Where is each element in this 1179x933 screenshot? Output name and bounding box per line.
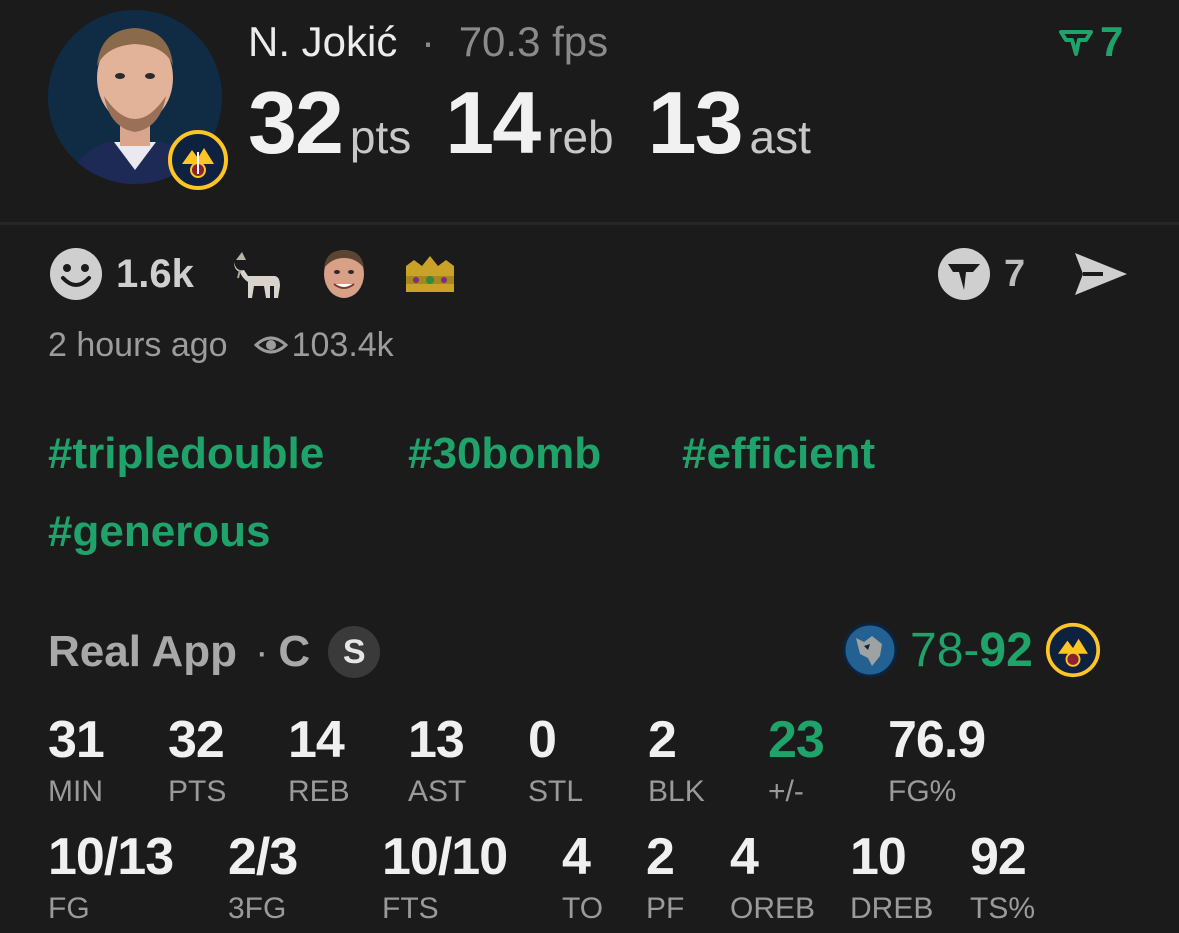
send-icon[interactable] xyxy=(1073,251,1129,297)
stat-min: 31 MIN xyxy=(48,711,105,810)
headline-points-unit: pts xyxy=(349,111,412,163)
header-divider xyxy=(0,222,1179,225)
hashtag-tripledouble[interactable]: #tripledouble xyxy=(48,426,324,482)
nuggets-logo-icon xyxy=(168,130,228,190)
stat-label: 3FG xyxy=(228,892,287,925)
hashtag-efficient[interactable]: #efficient xyxy=(682,426,875,482)
separator-dot: · xyxy=(255,629,269,674)
view-count: 103.4k xyxy=(253,322,394,368)
hashtag-30bomb[interactable]: #30bomb xyxy=(408,426,601,482)
stat-value: 2/3 xyxy=(228,828,298,886)
fantasy-points: 70.3 fps xyxy=(458,18,609,65)
stat-value: 32 xyxy=(168,711,225,769)
player-face-emoji-icon[interactable] xyxy=(316,246,372,302)
stat-label: PF xyxy=(646,892,685,925)
share-area: 7 xyxy=(936,245,1129,303)
vote-check-icon xyxy=(1059,30,1093,56)
stat-value: 0 xyxy=(528,711,557,769)
away-score: 78 xyxy=(910,623,964,677)
stat-value: 92 xyxy=(970,828,1027,886)
player-header: N. Jokić · 70.3 fps xyxy=(248,16,608,68)
starter-badge: S xyxy=(328,626,381,678)
stat-stl: 0 STL xyxy=(528,712,583,810)
reaction-bar: 1.6k xyxy=(48,245,488,303)
stat-fts: 10/10 FTS xyxy=(382,828,508,927)
player-position: C xyxy=(278,627,311,676)
hashtag-generous[interactable]: #generous xyxy=(48,504,271,560)
crown-emoji-icon[interactable] xyxy=(402,246,458,302)
vote-count: 7 xyxy=(1100,18,1124,65)
stat-value: 10/10 xyxy=(382,828,508,886)
stat-value: 10 xyxy=(850,828,907,886)
source-row: Real App · C S xyxy=(48,626,381,678)
score-dash: - xyxy=(963,623,980,677)
stat-value: 2 xyxy=(646,828,675,886)
stat-value: 23 xyxy=(768,711,825,769)
score-text: 78-92 xyxy=(910,623,1033,678)
stat-value: 4 xyxy=(562,828,591,886)
player-name[interactable]: N. Jokić xyxy=(248,18,397,65)
stat-dreb: 10 DREB xyxy=(850,829,933,927)
stat-pf: 2 PF xyxy=(646,829,684,927)
headline-rebounds-value: 14 xyxy=(445,73,541,172)
stat-label: FG% xyxy=(888,775,957,808)
stat-label: PTS xyxy=(168,775,227,808)
separator-dot: · xyxy=(421,18,436,65)
stat-3fg: 2/3 3FG xyxy=(228,828,298,927)
headline-rebounds-unit: reb xyxy=(547,111,614,163)
stat-label: FG xyxy=(48,892,90,925)
reaction-count[interactable]: 1.6k xyxy=(116,252,194,297)
stat-label: AST xyxy=(408,775,467,808)
stat-value: 14 xyxy=(288,711,345,769)
stat-label: FTS xyxy=(382,892,439,925)
stat-ast: 13 AST xyxy=(408,712,466,810)
stat-pts: 32 PTS xyxy=(168,712,226,810)
nuggets-logo-icon xyxy=(1045,622,1100,678)
stat-label: MIN xyxy=(48,775,103,808)
stat-label: STL xyxy=(528,775,584,808)
stat-value: 2 xyxy=(648,711,677,769)
vote-shield-icon[interactable] xyxy=(936,246,992,302)
post-meta: 2 hours ago 103.4k xyxy=(48,322,394,368)
stat-label: TS% xyxy=(970,892,1036,925)
headline-assists-unit: ast xyxy=(749,111,811,163)
headline-stats: 32 pts 14 reb 13 ast xyxy=(248,78,845,194)
headline-points-value: 32 xyxy=(248,73,344,172)
stat-oreb: 4 OREB xyxy=(730,829,815,927)
stat-value: 31 xyxy=(48,711,105,769)
goat-emoji-icon[interactable] xyxy=(230,246,286,302)
stat-value: 10/13 xyxy=(48,828,174,886)
vote-button[interactable]: 7 xyxy=(1058,18,1123,66)
stat-to: 4 TO xyxy=(562,829,603,927)
stat-value: 13 xyxy=(408,711,465,769)
stat-blk: 2 BLK xyxy=(648,712,705,810)
vote-count-secondary: 7 xyxy=(1004,252,1026,295)
stat-fg-pct: 76.9 FG% xyxy=(888,711,986,810)
stat-label: OREB xyxy=(730,892,816,925)
stat-fg: 10/13 FG xyxy=(48,828,174,927)
stat-plus-minus: 23 +/- xyxy=(768,711,825,810)
stat-label: BLK xyxy=(648,775,705,808)
stat-reb: 14 REB xyxy=(288,712,350,810)
eye-icon xyxy=(253,336,288,354)
source-name[interactable]: Real App xyxy=(48,627,237,677)
stat-ts-pct: 92 TS% xyxy=(970,829,1035,927)
stat-value: 76.9 xyxy=(888,711,986,769)
game-score[interactable]: 78-92 xyxy=(842,622,1101,678)
headline-assists-value: 13 xyxy=(647,73,744,172)
stat-label: REB xyxy=(288,775,350,808)
smiley-face-icon[interactable] xyxy=(48,246,104,302)
stat-label: +/- xyxy=(768,775,804,808)
stat-label: TO xyxy=(562,892,604,925)
view-count-value: 103.4k xyxy=(291,326,394,364)
post-time: 2 hours ago xyxy=(48,326,228,364)
stat-value: 4 xyxy=(730,828,759,886)
stat-label: DREB xyxy=(850,892,934,925)
home-score: 92 xyxy=(979,623,1033,677)
timberwolves-logo-icon xyxy=(842,622,898,678)
